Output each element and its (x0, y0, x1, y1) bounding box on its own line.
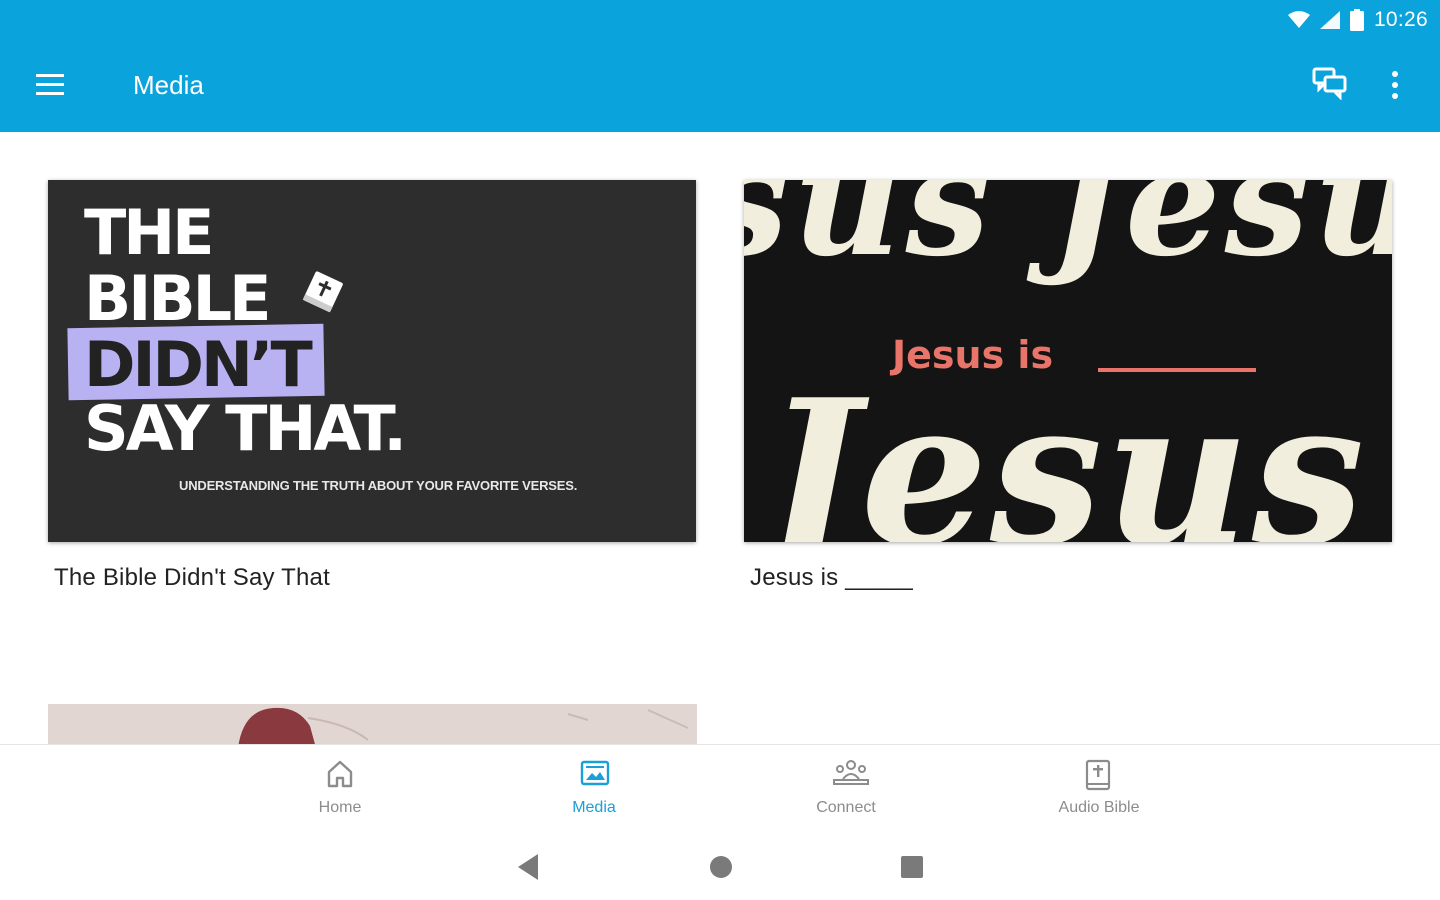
artwork-line-4: SAY THAT. (84, 392, 407, 465)
artwork-line-2: BIBLE (84, 262, 271, 335)
artwork-subtitle: UNDERSTANDING THE TRUTH ABOUT YOUR FAVOR… (179, 478, 578, 493)
hamburger-menu-icon (36, 74, 64, 95)
nav-label: Connect (816, 799, 876, 816)
artwork-line-1: THE (84, 196, 215, 269)
status-bar: 10:26 (1287, 6, 1428, 34)
system-navigation-bar (0, 832, 1440, 900)
messages-button[interactable] (1311, 66, 1353, 104)
nav-label: Audio Bible (1058, 799, 1140, 816)
partial-artwork (48, 704, 697, 748)
more-vert-icon (1392, 71, 1398, 99)
image-icon (580, 760, 610, 786)
media-title[interactable]: The Bible Didn't Say That (54, 564, 330, 592)
artwork-blank-line (1098, 368, 1256, 372)
more-options-button[interactable] (1380, 66, 1410, 104)
chat-bubbles-icon (1312, 67, 1347, 101)
cell-signal-icon (1319, 11, 1340, 29)
nav-label: Media (572, 799, 616, 816)
media-thumbnail[interactable]: sus Jesu Jesus J Jesus is (744, 180, 1392, 542)
status-time: 10:26 (1373, 8, 1428, 31)
back-icon (518, 854, 538, 880)
home-icon (327, 760, 353, 788)
bible-book-icon (302, 271, 343, 313)
media-card-jesus-is[interactable]: sus Jesu Jesus J Jesus is Jesus is _____ (744, 180, 1393, 600)
artwork-background-word-top: sus Jesu (744, 180, 1392, 290)
menu-button[interactable] (34, 68, 74, 102)
system-home-button[interactable] (704, 850, 738, 884)
media-thumbnail[interactable]: THE BIBLE DIDN’T SAY THAT. UNDERSTANDING… (48, 180, 696, 542)
artwork-headline: Jesus is (892, 333, 1054, 377)
nav-item-connect[interactable]: Connect (766, 745, 926, 833)
system-recents-button[interactable] (895, 850, 929, 884)
bible-book-icon (1085, 759, 1111, 791)
nav-label: Home (318, 799, 362, 816)
people-group-icon (833, 760, 869, 785)
media-card-bible-didnt-say-that[interactable]: THE BIBLE DIDN’T SAY THAT. UNDERSTANDING… (48, 180, 697, 600)
battery-icon (1349, 9, 1364, 31)
nav-item-audio-bible[interactable]: Audio Bible (1019, 745, 1179, 833)
recents-square-icon (901, 856, 923, 878)
home-circle-icon (710, 856, 732, 878)
nav-item-home[interactable]: Home (260, 745, 420, 833)
app-bar: 10:26 Media (0, 0, 1440, 132)
media-card-partial[interactable] (48, 704, 697, 748)
nav-item-media[interactable]: Media (514, 745, 674, 833)
system-back-button[interactable] (512, 850, 546, 884)
wifi-icon (1287, 11, 1310, 28)
artwork-line-3: DIDN’T (84, 328, 313, 401)
artwork-background-word-bottom: Jesus J (764, 356, 1392, 542)
page-title: Media (133, 70, 204, 100)
bottom-navigation: Home Media Connect Audio Bible (0, 744, 1440, 833)
media-title[interactable]: Jesus is _____ (750, 564, 913, 592)
